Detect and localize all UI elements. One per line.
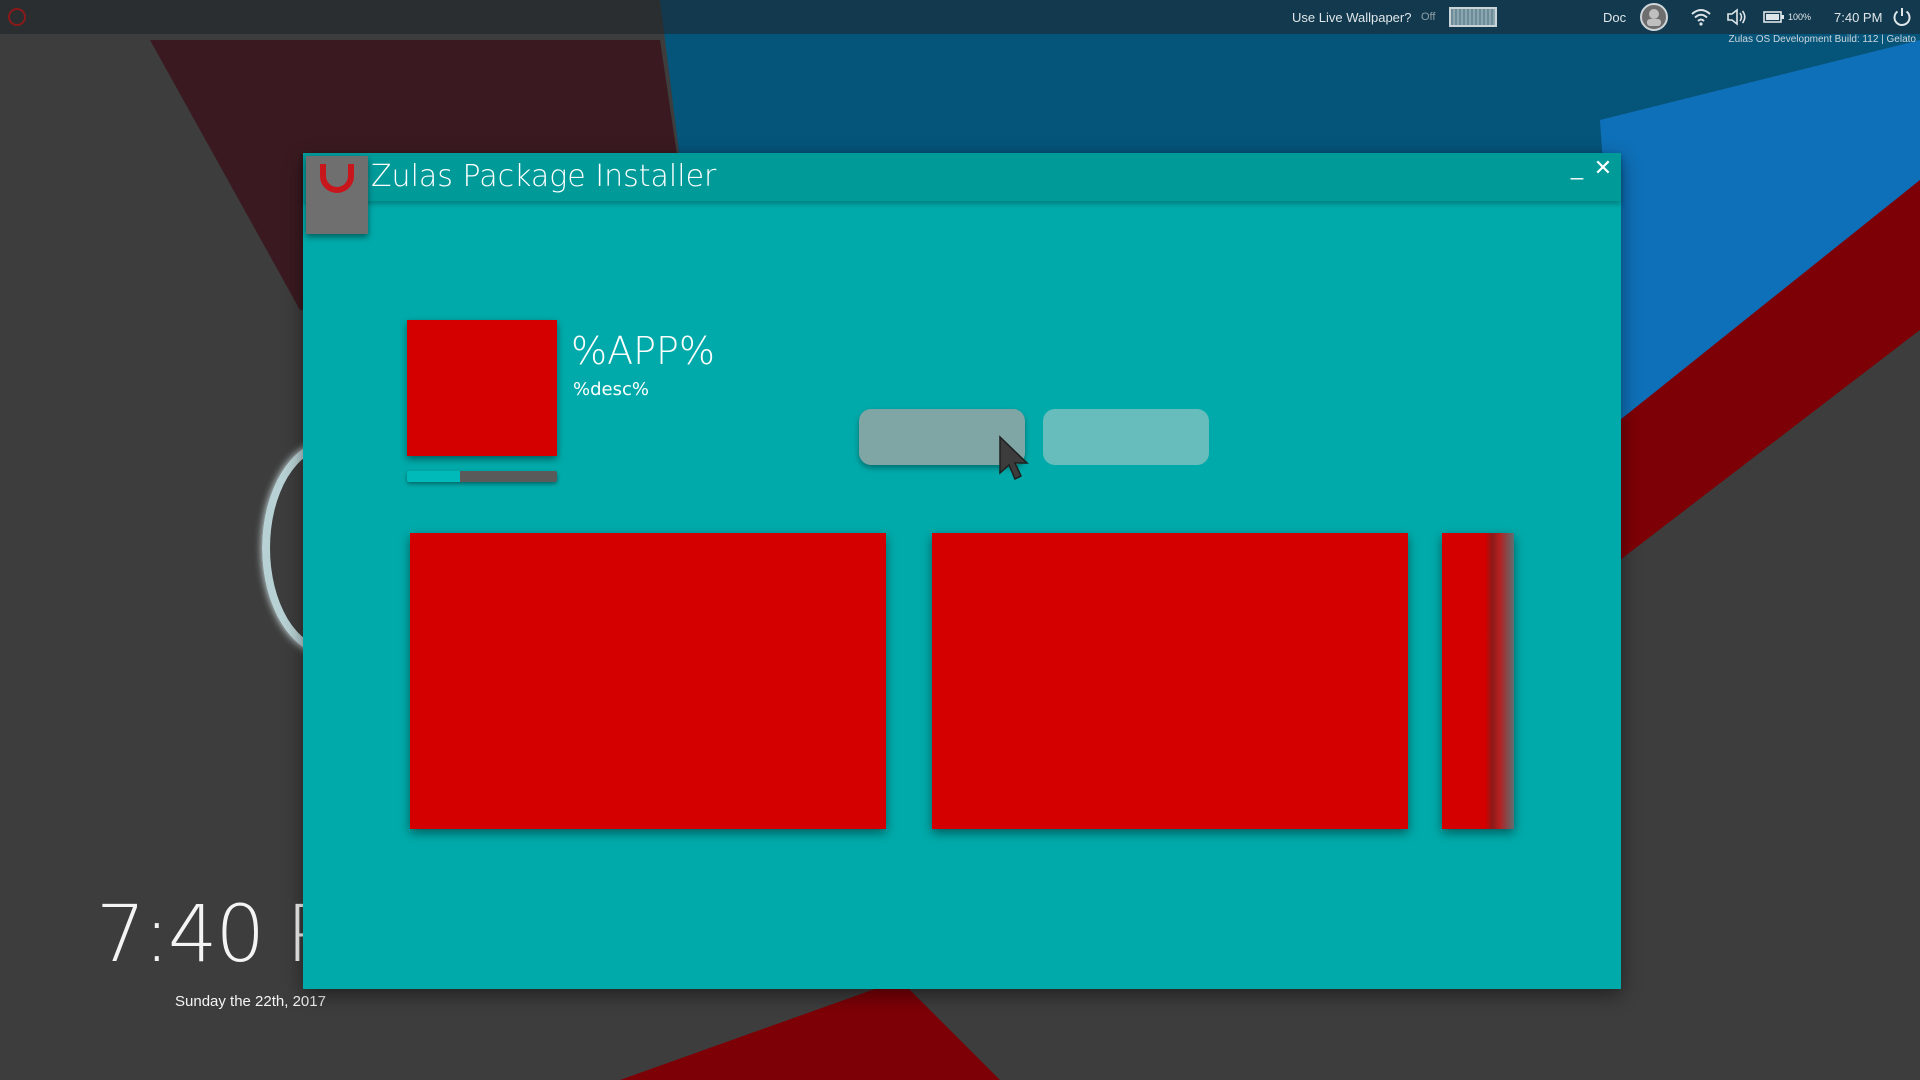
minimize-icon: _ [1570, 155, 1584, 180]
window-title: Zulas Package Installer [371, 159, 717, 194]
live-wallpaper-label: Use Live Wallpaper? [1292, 9, 1412, 25]
build-info: Zulas OS Development Build: 112 | Gelato [1728, 34, 1916, 45]
screenshot-placeholder[interactable] [1442, 533, 1514, 829]
install-progress-fill [407, 471, 460, 482]
app-icon-placeholder [407, 320, 557, 456]
desktop-date: Sunday the 22th, 2017 [175, 993, 326, 1010]
battery-icon[interactable] [1763, 0, 1785, 34]
package-installer-window: Zulas Package Installer _ ✕ %APP% %desc% [303, 153, 1621, 989]
wifi-icon[interactable] [1690, 0, 1712, 34]
install-progress-bar [407, 471, 557, 482]
close-button[interactable]: ✕ [1592, 155, 1614, 191]
live-wallpaper-state: Off [1421, 11, 1436, 23]
top-bar: Use Live Wallpaper? Off Doc 100% 7:40 PM [0, 0, 1920, 34]
start-button[interactable] [6, 0, 28, 34]
close-icon: ✕ [1593, 155, 1613, 180]
app-name: %APP% [571, 329, 716, 373]
screenshot-placeholder[interactable] [410, 533, 886, 829]
u-logo-icon [320, 164, 354, 193]
battery-percent: 100% [1788, 12, 1812, 22]
desktop-clock: 7:40 P [96, 890, 333, 980]
cancel-button[interactable] [1043, 409, 1209, 465]
power-icon[interactable] [1891, 0, 1913, 34]
cursor-icon [999, 435, 1029, 481]
clock[interactable]: 7:40 PM [1834, 0, 1882, 34]
minimize-button[interactable]: _ [1567, 155, 1587, 191]
app-logo [306, 156, 368, 234]
live-wallpaper-toggle[interactable] [1449, 0, 1497, 34]
app-description: %desc% [573, 379, 649, 400]
screenshot-placeholder[interactable] [932, 533, 1408, 829]
avatar[interactable] [1640, 0, 1668, 34]
title-bar[interactable]: Zulas Package Installer _ ✕ [303, 153, 1621, 201]
start-icon [8, 8, 26, 26]
doc-label[interactable]: Doc [1603, 0, 1626, 34]
volume-icon[interactable] [1726, 0, 1748, 34]
